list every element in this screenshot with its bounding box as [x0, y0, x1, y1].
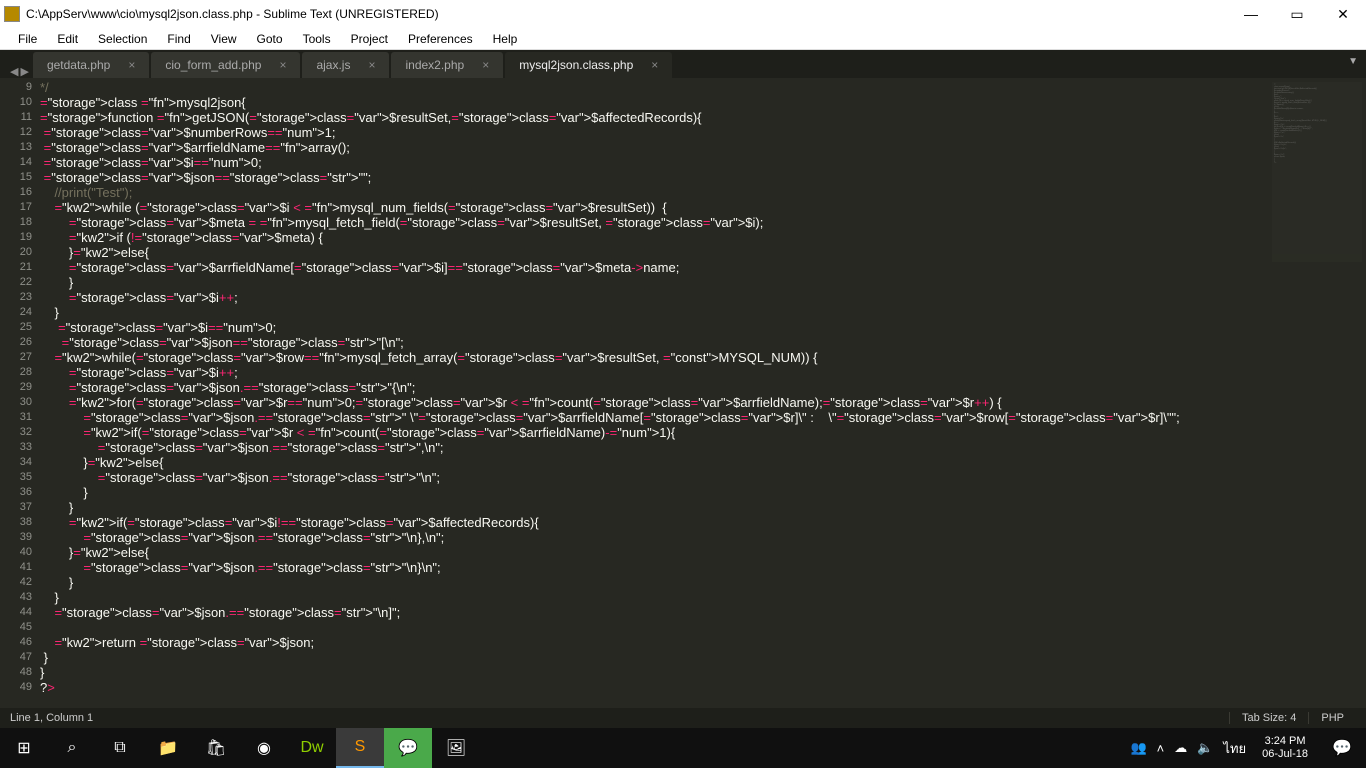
ime-language[interactable]: ไทย [1223, 738, 1246, 759]
tab-label: getdata.php [47, 58, 110, 72]
tab-close-icon[interactable]: × [368, 58, 375, 72]
sublime-icon[interactable]: S [336, 728, 384, 768]
start-button[interactable]: ⊞ [0, 728, 48, 768]
status-tab-size[interactable]: Tab Size: 4 [1229, 712, 1308, 724]
tray-chevron-icon[interactable]: ˄ [1157, 741, 1165, 756]
store-icon[interactable]: 🛍 [192, 728, 240, 768]
tab-label: ajax.js [316, 58, 350, 72]
volume-icon[interactable]: 🔈 [1197, 740, 1213, 756]
taskbar-time: 3:24 PM [1262, 735, 1308, 748]
menu-selection[interactable]: Selection [88, 32, 157, 46]
app-icon [4, 6, 20, 22]
window-title: C:\AppServ\www\cio\mysql2json.class.php … [26, 7, 1228, 21]
tab-label: index2.php [405, 58, 464, 72]
tab-nav-back-icon[interactable]: ◀ [10, 65, 18, 78]
windows-taskbar: ⊞ ⌕ ⧉ 📁 🛍 ◉ Dw S 💬 🖼 👥 ˄ ☁ 🔈 ไทย 3:24 PM… [0, 728, 1366, 768]
task-view-icon[interactable]: ⧉ [96, 728, 144, 768]
close-button[interactable]: ✕ [1320, 0, 1366, 28]
tab-mysql2json-class-php[interactable]: mysql2json.class.php × [505, 52, 672, 78]
tab-ajax-js[interactable]: ajax.js × [302, 52, 389, 78]
tab-row: ◀ ▶ getdata.php×cio_form_add.php×ajax.js… [0, 50, 1366, 78]
tab-close-icon[interactable]: × [128, 58, 135, 72]
menu-project[interactable]: Project [341, 32, 398, 46]
statusbar: Line 1, Column 1 Tab Size: 4 PHP [0, 708, 1366, 728]
menu-file[interactable]: File [8, 32, 47, 46]
file-explorer-icon[interactable]: 📁 [144, 728, 192, 768]
taskbar-date: 06-Jul-18 [1262, 748, 1308, 761]
tab-nav-forward-icon[interactable]: ▶ [20, 65, 28, 78]
window-titlebar: C:\AppServ\www\cio\mysql2json.class.php … [0, 0, 1366, 28]
menu-preferences[interactable]: Preferences [398, 32, 483, 46]
menu-tools[interactable]: Tools [293, 32, 341, 46]
tab-overflow-icon[interactable]: ▼ [1348, 56, 1358, 67]
tab-label: cio_form_add.php [165, 58, 261, 72]
editor[interactable]: 9101112131415161718192021222324252627282… [0, 78, 1366, 708]
notifications-icon[interactable]: 💬 [1318, 728, 1366, 768]
status-cursor-position: Line 1, Column 1 [10, 712, 1229, 724]
tab-close-icon[interactable]: × [279, 58, 286, 72]
status-language[interactable]: PHP [1308, 712, 1356, 724]
minimize-button[interactable]: — [1228, 0, 1274, 28]
tab-label: mysql2json.class.php [519, 58, 633, 72]
menu-edit[interactable]: Edit [47, 32, 88, 46]
tab-index2-php[interactable]: index2.php × [391, 52, 503, 78]
dreamweaver-icon[interactable]: Dw [288, 728, 336, 768]
tab-cio_form_add-php[interactable]: cio_form_add.php × [151, 52, 300, 78]
search-icon[interactable]: ⌕ [48, 728, 96, 768]
system-tray[interactable]: 👥 ˄ ☁ 🔈 ไทย [1130, 738, 1252, 759]
onedrive-icon[interactable]: ☁ [1174, 740, 1187, 756]
line-number-gutter: 9101112131415161718192021222324252627282… [0, 78, 40, 708]
tab-getdata-php[interactable]: getdata.php × [33, 52, 149, 78]
taskbar-clock[interactable]: 3:24 PM 06-Jul-18 [1252, 735, 1318, 761]
menu-help[interactable]: Help [483, 32, 528, 46]
minimap[interactable]: */class mysql2json{function getJSON($res… [1272, 82, 1362, 262]
menu-goto[interactable]: Goto [247, 32, 293, 46]
menu-view[interactable]: View [201, 32, 247, 46]
maximize-button[interactable]: ▭ [1274, 0, 1320, 28]
tab-close-icon[interactable]: × [651, 58, 658, 72]
menubar: FileEditSelectionFindViewGotoToolsProjec… [0, 28, 1366, 50]
tab-close-icon[interactable]: × [482, 58, 489, 72]
line-app-icon[interactable]: 💬 [384, 728, 432, 768]
chrome-icon[interactable]: ◉ [240, 728, 288, 768]
code-area[interactable]: */="storage">class ="fn">mysql2json{="st… [40, 78, 1366, 708]
people-icon[interactable]: 👥 [1130, 740, 1146, 756]
photos-icon[interactable]: 🖼 [432, 728, 480, 768]
menu-find[interactable]: Find [157, 32, 200, 46]
